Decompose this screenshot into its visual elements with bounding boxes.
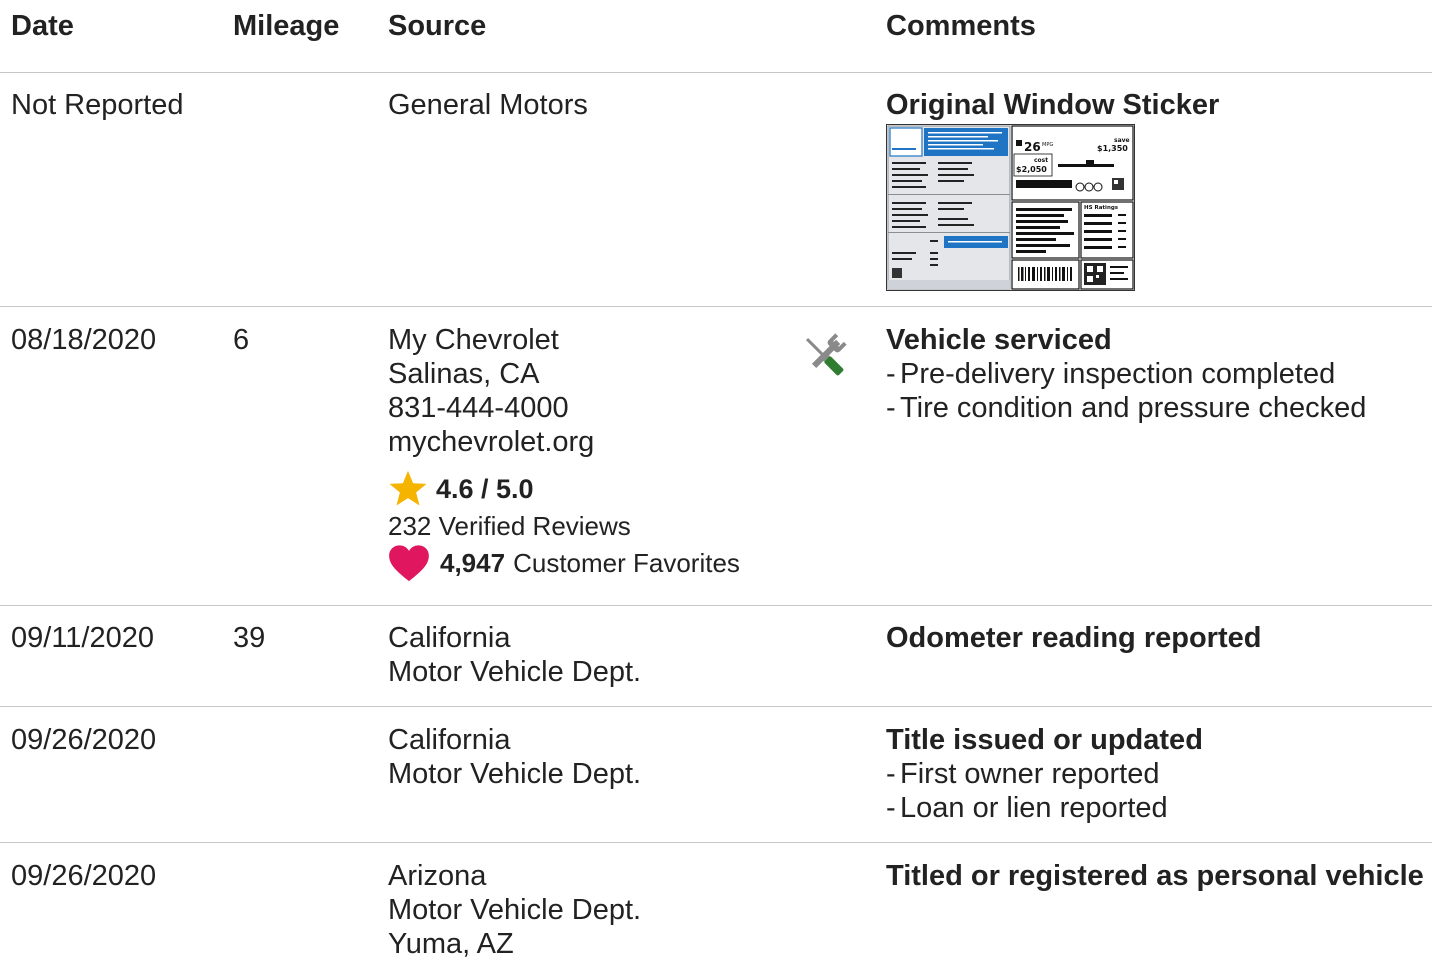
table-row: 08/18/2020 6 My Chevrolet Salinas, CA 83… — [0, 306, 1432, 606]
comment-title: Odometer reading reported — [886, 622, 1262, 654]
source-line: Arizona — [388, 860, 487, 892]
window-sticker-thumbnail[interactable]: 26 MPG save $1,350 cost $2,050 HS Rating… — [886, 124, 1135, 291]
header-date: Date — [11, 10, 74, 42]
dealer-rating[interactable]: 4.6 / 5.0 — [388, 469, 740, 509]
sticker-mpg: 26 — [1024, 140, 1041, 154]
comment-item: - Pre-delivery inspection completed — [886, 358, 1336, 390]
header-source: Source — [388, 10, 487, 42]
customer-favorites: 4,947 Customer Favorites — [388, 543, 740, 583]
source-line: California — [388, 724, 511, 756]
source-line: Motor Vehicle Dept. — [388, 894, 642, 926]
favorites-label: Customer Favorites — [513, 548, 740, 578]
header-mileage: Mileage — [233, 10, 340, 42]
comment-item: - First owner reported — [886, 758, 1160, 790]
row-mileage: 39 — [233, 622, 266, 654]
sticker-cost-label: cost — [1034, 157, 1048, 164]
source-line: General Motors — [388, 89, 588, 121]
row-comments: Titled or registered as personal vehicle — [886, 859, 1432, 893]
source-location: Salinas, CA — [388, 358, 540, 390]
comment-title: Title issued or updated — [886, 724, 1203, 756]
comment-item: - Tire condition and pressure checked — [886, 392, 1367, 424]
row-mileage: 6 — [233, 324, 250, 356]
row-source: General Motors — [388, 88, 588, 122]
source-phone[interactable]: 831-444-4000 — [388, 391, 740, 425]
row-source: California Motor Vehicle Dept. — [388, 723, 641, 791]
heart-icon — [389, 545, 429, 582]
comment-item-text: Loan or lien reported — [900, 792, 1168, 824]
row-date: 09/11/2020 — [11, 622, 154, 654]
table-row: 09/11/2020 39 California Motor Vehicle D… — [0, 605, 1432, 707]
rating-value: 4.6 / 5.0 — [436, 474, 534, 504]
comment-item: - Loan or lien reported — [886, 792, 1168, 824]
row-comments: Original Window Sticker — [886, 88, 1432, 122]
service-tools-icon — [805, 333, 847, 376]
source-name-link[interactable]: My Chevrolet — [388, 323, 740, 357]
comment-title: Vehicle serviced — [886, 324, 1112, 356]
sticker-save-label: save — [1114, 137, 1130, 144]
row-comments: Odometer reading reported — [886, 621, 1432, 655]
verified-reviews-link[interactable]: 232 Verified Reviews — [388, 509, 740, 543]
row-date: 08/18/2020 — [11, 324, 157, 356]
header-comments: Comments — [886, 10, 1036, 42]
table-header: Date Mileage Source Comments — [0, 0, 1432, 73]
row-comments: Title issued or updated - First owner rep… — [886, 723, 1432, 825]
star-icon — [389, 470, 427, 506]
sticker-ratings-label: HS Ratings — [1084, 205, 1119, 211]
source-website-link[interactable]: mychevrolet.org — [388, 425, 740, 459]
comment-item-text: Tire condition and pressure checked — [900, 392, 1367, 424]
row-date: 09/26/2020 — [11, 724, 157, 756]
favorites-count: 4,947 — [440, 548, 506, 578]
row-date: 09/26/2020 — [11, 860, 157, 892]
comment-title: Original Window Sticker — [886, 89, 1220, 121]
comment-item-text: Pre-delivery inspection completed — [900, 358, 1336, 390]
sticker-cost-amount: $2,050 — [1016, 165, 1047, 174]
row-comments: Vehicle serviced - Pre-delivery inspectio… — [886, 323, 1432, 425]
row-date: Not Reported — [11, 89, 184, 121]
vehicle-history-table: Date Mileage Source Comments Not Reporte… — [0, 0, 1432, 958]
source-line: Motor Vehicle Dept. — [388, 656, 642, 688]
source-line: California — [388, 622, 511, 654]
sticker-save-amount: $1,350 — [1097, 144, 1128, 153]
row-source: California Motor Vehicle Dept. — [388, 621, 641, 689]
table-row: Not Reported General Motors Original Win… — [0, 72, 1432, 307]
comment-title: Titled or registered as personal vehicle — [886, 860, 1424, 892]
source-line: Motor Vehicle Dept. — [388, 758, 642, 790]
sticker-mpg-unit: MPG — [1042, 142, 1053, 148]
source-line: Yuma, AZ — [388, 928, 514, 958]
row-source: Arizona Motor Vehicle Dept. Yuma, AZ — [388, 859, 641, 958]
comment-item-text: First owner reported — [900, 758, 1160, 790]
table-row: 09/26/2020 Arizona Motor Vehicle Dept. Y… — [0, 842, 1432, 958]
table-row: 09/26/2020 California Motor Vehicle Dept… — [0, 706, 1432, 843]
row-source: My Chevrolet Salinas, CA 831-444-4000 my… — [388, 323, 740, 583]
